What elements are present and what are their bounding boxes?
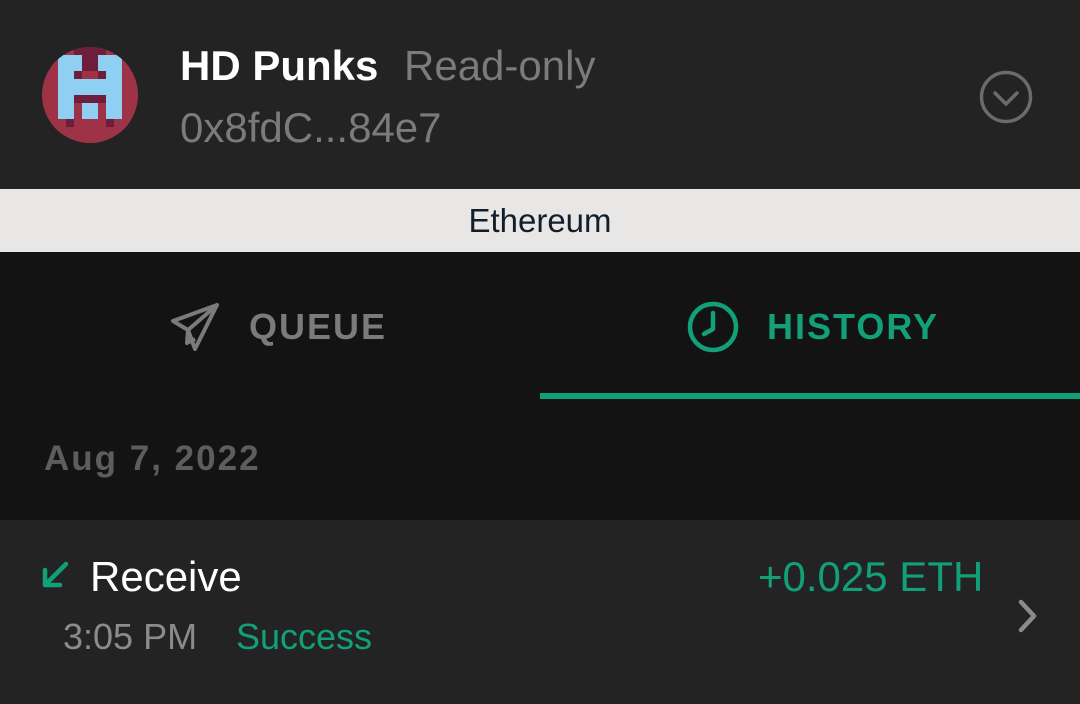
- read-only-label: Read-only: [404, 42, 596, 89]
- tab-history-label: HISTORY: [767, 306, 940, 347]
- transaction-type: Receive: [90, 553, 242, 600]
- safe-name: HD Punks: [180, 42, 379, 89]
- transaction-amount: +0.025 ETH: [758, 553, 984, 600]
- tab-queue-label: QUEUE: [249, 306, 388, 347]
- chevron-right-icon[interactable]: [1012, 596, 1042, 636]
- active-tab-indicator: [540, 393, 1080, 399]
- safe-address[interactable]: 0x8fdC...84e7: [180, 102, 442, 154]
- chevron-down-circle-icon[interactable]: [978, 69, 1034, 125]
- transaction-status: Success: [236, 616, 373, 657]
- history-date-header: Aug 7, 2022: [44, 439, 261, 478]
- tab-history[interactable]: HISTORY: [540, 252, 1080, 400]
- network-name: Ethereum: [468, 202, 612, 239]
- clock-icon: [686, 300, 740, 354]
- rocket-icon: [168, 300, 222, 354]
- safe-header: [0, 0, 1080, 189]
- transaction-time: 3:05 PM: [63, 616, 198, 657]
- tab-bar: QUEUE HISTORY: [0, 252, 1080, 400]
- network-bar: Ethereum: [0, 189, 1080, 252]
- punk-avatar-icon[interactable]: [42, 47, 138, 143]
- transaction-row[interactable]: [0, 520, 1080, 704]
- arrow-down-left-icon: [38, 558, 72, 592]
- tab-queue[interactable]: QUEUE: [0, 252, 540, 400]
